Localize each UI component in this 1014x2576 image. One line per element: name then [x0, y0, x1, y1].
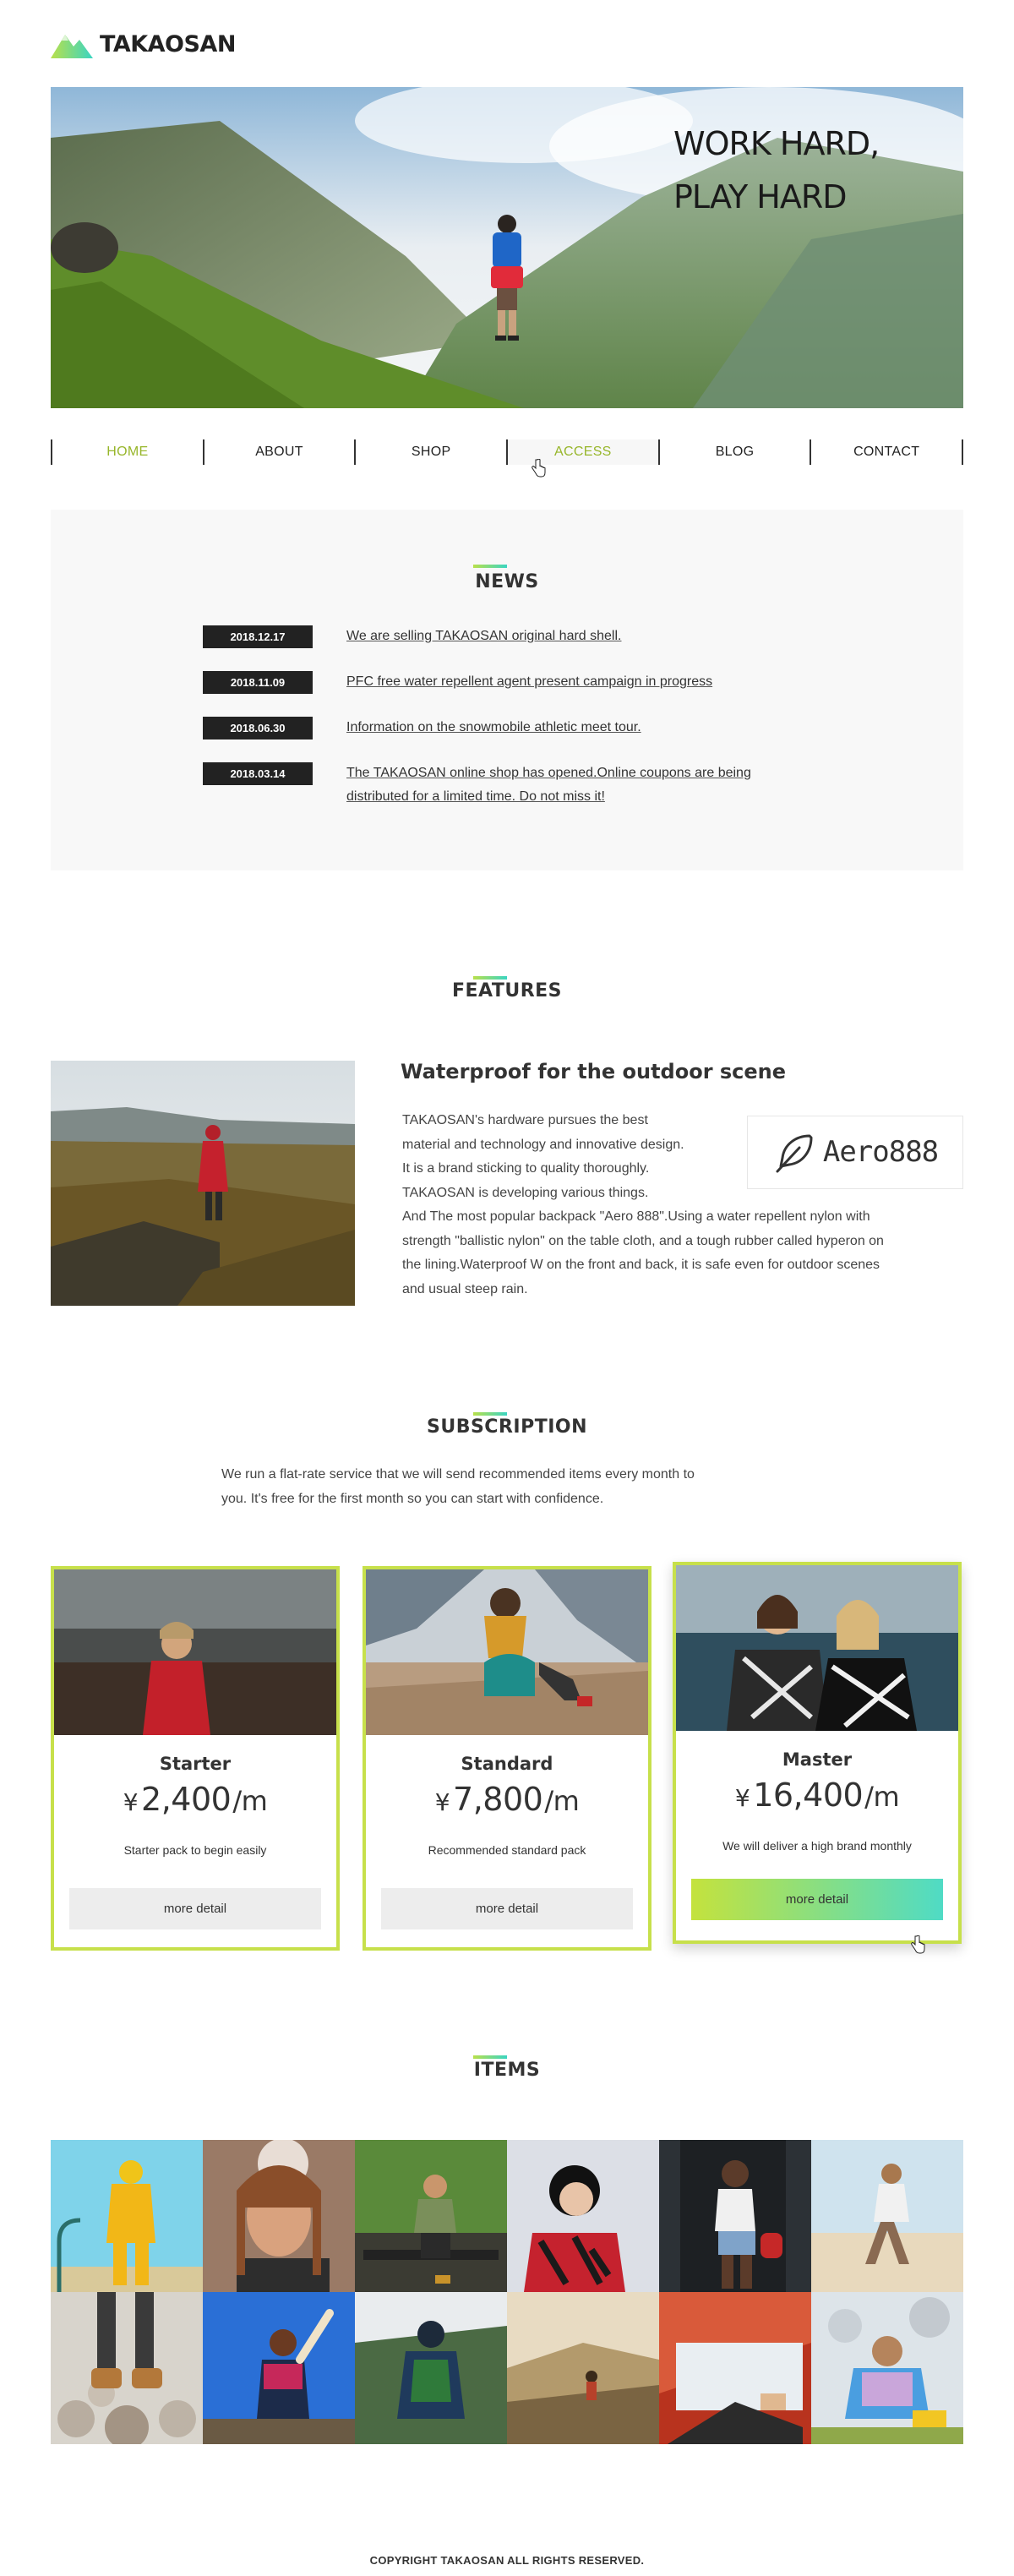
- features-photo: [51, 1061, 355, 1306]
- nav-shop[interactable]: SHOP: [354, 439, 506, 465]
- aero888-label: Aero888: [822, 1135, 939, 1170]
- item-tile[interactable]: [203, 2140, 355, 2292]
- hero-headline: WORK HARD, PLAY HARD: [673, 117, 880, 224]
- news-link[interactable]: The TAKAOSAN online shop has opened.Onli…: [346, 761, 751, 809]
- news-title: NEWS: [475, 571, 539, 592]
- price-unit: /m: [232, 1785, 268, 1817]
- news-item[interactable]: 2018.11.09 PFC free water repellent agen…: [203, 671, 811, 694]
- hiker-backpack-image: [366, 1569, 648, 1735]
- standard-more-detail-button[interactable]: more detail: [381, 1888, 633, 1929]
- items-gallery: [51, 2140, 963, 2444]
- subscription-title-accent: [473, 1412, 507, 1416]
- item-tile[interactable]: [659, 2292, 811, 2444]
- features-title: FEATURES: [451, 980, 563, 1001]
- features-line: the lining.Waterproof W on the front and…: [402, 1258, 880, 1272]
- currency-symbol: ¥: [734, 1784, 750, 1812]
- nav-blog[interactable]: BLOG: [657, 439, 810, 465]
- price-unit: /m: [864, 1781, 900, 1813]
- features-line: And The most popular backpack "Aero 888"…: [402, 1209, 870, 1224]
- plan-description: We will deliver a high brand monthly: [722, 1839, 912, 1853]
- item-tile[interactable]: [811, 2140, 963, 2292]
- plan-price-value: 2,400: [141, 1781, 232, 1818]
- hand-cursor-icon: [532, 459, 546, 478]
- items-title-accent: [473, 2055, 507, 2059]
- subscription-title: SUBSCRIPTION: [426, 1416, 588, 1438]
- nav-access[interactable]: ACCESS: [506, 439, 658, 465]
- nav-home[interactable]: HOME: [51, 439, 203, 465]
- item-tile[interactable]: [203, 2292, 355, 2444]
- hero-line-1: WORK HARD,: [673, 125, 880, 162]
- news-section: NEWS 2018.12.17 We are selling TAKAOSAN …: [51, 510, 963, 870]
- item-tile[interactable]: [811, 2292, 963, 2444]
- plan-price-value: 7,800: [453, 1781, 543, 1818]
- item-tile[interactable]: [507, 2140, 659, 2292]
- features-heading: Waterproof for the outdoor scene: [401, 1060, 787, 1083]
- item-tile[interactable]: [355, 2292, 507, 2444]
- plan-image: [366, 1569, 648, 1735]
- master-more-detail-button[interactable]: more detail: [691, 1879, 943, 1920]
- news-item[interactable]: 2018.03.14 The TAKAOSAN online shop has …: [203, 762, 811, 809]
- news-date: 2018.12.17: [203, 625, 313, 648]
- subscription-desc-line-1: We run a flat-rate service that we will …: [221, 1467, 695, 1482]
- hero-banner: WORK HARD, PLAY HARD: [51, 87, 963, 408]
- site-logo[interactable]: TAKAOSAN: [51, 29, 236, 59]
- plan-name: Master: [782, 1749, 853, 1770]
- item-tile[interactable]: [355, 2140, 507, 2292]
- news-link[interactable]: We are selling TAKAOSAN original hard sh…: [346, 625, 621, 648]
- hero-line-2: PLAY HARD: [673, 178, 848, 216]
- child-red-coat-image: [54, 1569, 336, 1735]
- mountain-icon: [51, 35, 93, 58]
- features-title-accent: [473, 976, 507, 980]
- aero888-badge: Aero888: [747, 1116, 963, 1189]
- item-tile[interactable]: [51, 2140, 203, 2292]
- nav-about[interactable]: ABOUT: [202, 439, 355, 465]
- news-date: 2018.11.09: [203, 671, 313, 694]
- nav-contact[interactable]: CONTACT: [810, 439, 964, 465]
- plan-price: ¥16,400/m: [676, 1776, 958, 1814]
- news-list: 2018.12.17 We are selling TAKAOSAN origi…: [203, 625, 811, 832]
- feather-icon: [776, 1134, 813, 1172]
- news-date: 2018.03.14: [203, 762, 313, 785]
- plan-name: Starter: [159, 1754, 232, 1774]
- hiker-cliff-image: [51, 1061, 355, 1306]
- plan-description: Recommended standard pack: [428, 1843, 586, 1857]
- plan-price: ¥7,800/m: [366, 1781, 648, 1818]
- item-tile[interactable]: [51, 2292, 203, 2444]
- news-link-line-1: The TAKAOSAN online shop has opened.Onli…: [346, 766, 751, 780]
- hand-cursor-icon: [911, 1935, 925, 1954]
- news-link-line-2: distributed for a limited time. Do not m…: [346, 789, 605, 804]
- plan-image: [54, 1569, 336, 1735]
- currency-symbol: ¥: [123, 1788, 139, 1816]
- main-nav: HOME ABOUT SHOP ACCESS BLOG CONTACT: [51, 439, 964, 465]
- news-title-accent: [473, 565, 507, 568]
- news-link[interactable]: PFC free water repellent agent present c…: [346, 670, 712, 694]
- subscription-description: We run a flat-rate service that we will …: [221, 1462, 796, 1511]
- features-line: and usual steep rain.: [402, 1281, 528, 1296]
- subscription-desc-line-2: you. It's free for the first month so yo…: [221, 1492, 604, 1506]
- item-tile[interactable]: [507, 2292, 659, 2444]
- price-unit: /m: [544, 1785, 580, 1817]
- currency-symbol: ¥: [434, 1788, 450, 1816]
- plan-price: ¥2,400/m: [54, 1781, 336, 1818]
- plan-price-value: 16,400: [753, 1776, 864, 1814]
- plan-card-master: Master ¥16,400/m We will deliver a high …: [673, 1562, 962, 1944]
- features-body: Aero888 TAKAOSAN's hardware pursues the …: [402, 1109, 963, 1302]
- plan-card-standard: Standard ¥7,800/m Recommended standard p…: [363, 1566, 651, 1951]
- news-date: 2018.06.30: [203, 717, 313, 740]
- plan-card-starter: Starter ¥2,400/m Starter pack to begin e…: [51, 1566, 340, 1951]
- news-item[interactable]: 2018.06.30 Information on the snowmobile…: [203, 717, 811, 740]
- footer-copyright: COPYRIGHT TAKAOSAN ALL RIGHTS RESERVED.: [369, 2554, 645, 2567]
- plan-image: [676, 1565, 958, 1731]
- plan-name: Standard: [461, 1754, 553, 1774]
- starter-more-detail-button[interactable]: more detail: [69, 1888, 321, 1929]
- news-link[interactable]: Information on the snowmobile athletic m…: [346, 716, 641, 740]
- brand-name: TAKAOSAN: [100, 30, 236, 57]
- item-tile[interactable]: [659, 2140, 811, 2292]
- items-title: ITEMS: [473, 2060, 541, 2081]
- plan-description: Starter pack to begin easily: [123, 1843, 267, 1857]
- news-item[interactable]: 2018.12.17 We are selling TAKAOSAN origi…: [203, 625, 811, 648]
- features-line: strength "ballistic nylon" on the table …: [402, 1233, 884, 1248]
- two-women-image: [676, 1565, 958, 1731]
